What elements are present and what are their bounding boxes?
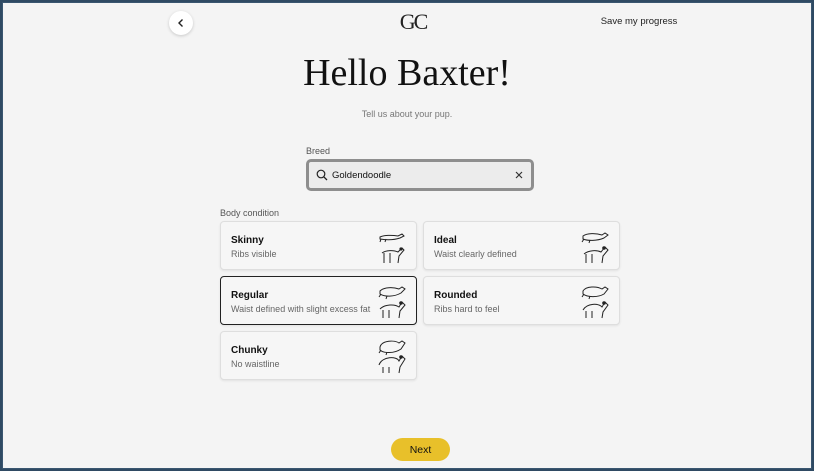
logo: GC <box>399 9 429 34</box>
option-title: Ideal <box>434 235 457 246</box>
dog-regular-icon <box>378 286 406 319</box>
option-desc: No waistline <box>231 359 280 369</box>
option-title: Regular <box>231 290 269 301</box>
body-option-ideal[interactable]: Ideal Waist clearly defined <box>423 221 620 270</box>
option-desc: Ribs hard to feel <box>434 304 500 314</box>
dog-rounded-icon <box>581 286 609 319</box>
body-condition-label: Body condition <box>220 208 280 218</box>
save-progress-link[interactable]: Save my progress <box>591 16 687 27</box>
clear-button[interactable] <box>512 168 526 182</box>
option-desc: Waist clearly defined <box>434 249 517 259</box>
breed-label: Breed <box>306 146 331 156</box>
option-title: Chunky <box>231 345 268 356</box>
page-title: Hello Baxter! <box>303 52 511 94</box>
back-button[interactable] <box>169 11 193 35</box>
close-icon <box>515 171 523 179</box>
app-window: GC Save my progress Hello Baxter! Tell u… <box>2 2 812 469</box>
body-option-regular[interactable]: Regular Waist defined with slight excess… <box>220 276 417 325</box>
dog-skinny-icon <box>379 233 405 264</box>
option-desc: Waist defined with slight excess fat <box>231 304 371 314</box>
body-option-skinny[interactable]: Skinny Ribs visible <box>220 221 417 270</box>
search-icon <box>316 169 328 181</box>
option-title: Skinny <box>231 235 264 246</box>
breed-input[interactable] <box>332 169 510 181</box>
page-subtitle: Tell us about your pup. <box>361 109 453 119</box>
option-title: Rounded <box>434 290 478 301</box>
option-desc: Ribs visible <box>231 249 277 259</box>
body-option-rounded[interactable]: Rounded Ribs hard to feel <box>423 276 620 325</box>
dog-ideal-icon <box>581 232 609 264</box>
next-button[interactable]: Next <box>391 438 450 461</box>
body-option-chunky[interactable]: Chunky No waistline <box>220 331 417 380</box>
chevron-left-icon <box>178 19 183 27</box>
breed-field[interactable] <box>306 159 534 191</box>
dog-chunky-icon <box>378 340 406 374</box>
